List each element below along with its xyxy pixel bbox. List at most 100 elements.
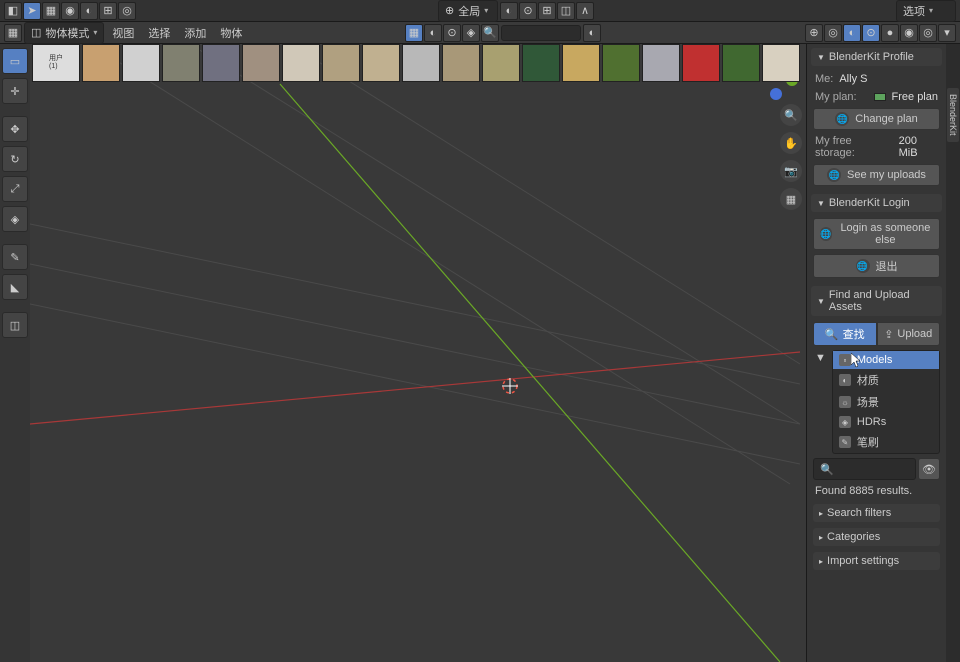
- overlays-icon[interactable]: ◎: [824, 24, 842, 42]
- asset-thumb[interactable]: [282, 44, 320, 82]
- tool-add-cube[interactable]: ◫: [2, 312, 28, 338]
- material-icon: ◐: [839, 374, 851, 386]
- overlay-a-icon[interactable]: ◐: [424, 24, 442, 42]
- pan-icon[interactable]: ✋: [780, 132, 802, 154]
- type-hdrs[interactable]: ◈ HDRs: [833, 413, 939, 431]
- import-settings-header[interactable]: ▸Import settings: [813, 552, 940, 570]
- asset-thumb[interactable]: [322, 44, 360, 82]
- viewport-3d[interactable]: 用户(1) 🔍: [30, 44, 806, 662]
- panel-find-header[interactable]: ▼Find and Upload Assets: [811, 286, 942, 316]
- viewport-canvas: [30, 44, 806, 662]
- brush-icon: ✎: [839, 436, 851, 448]
- asset-thumb[interactable]: [722, 44, 760, 82]
- shading-options-icon[interactable]: ▾: [938, 24, 956, 42]
- gizmo-toggle-icon[interactable]: ⊕: [805, 24, 823, 42]
- search-filters-header[interactable]: ▸Search filters: [813, 504, 940, 522]
- asset-thumb[interactable]: [522, 44, 560, 82]
- see-uploads-button[interactable]: 🌐 See my uploads: [813, 164, 940, 186]
- hdr-icon: ◈: [839, 416, 851, 428]
- asset-thumb[interactable]: [402, 44, 440, 82]
- overlay-c-icon[interactable]: ◈: [462, 24, 480, 42]
- tool-scale[interactable]: ⤢: [2, 176, 28, 202]
- search-visibility-button[interactable]: 👁: [918, 458, 940, 480]
- shading-solid-icon[interactable]: ●: [881, 24, 899, 42]
- asset-user-tile[interactable]: 用户(1): [32, 44, 80, 82]
- tool-annotate[interactable]: ✎: [2, 244, 28, 270]
- perspective-icon[interactable]: ▦: [780, 188, 802, 210]
- asset-thumb[interactable]: [442, 44, 480, 82]
- categories-header[interactable]: ▸Categories: [813, 528, 940, 546]
- asset-thumb[interactable]: [162, 44, 200, 82]
- zoom-icon[interactable]: 🔍: [780, 104, 802, 126]
- options-b-icon[interactable]: ∧: [576, 2, 594, 20]
- shading-material-icon[interactable]: ◉: [900, 24, 918, 42]
- pivot-icon[interactable]: ◐: [500, 2, 518, 20]
- options-dropdown[interactable]: 选项▾: [896, 0, 956, 22]
- asset-thumb[interactable]: [482, 44, 520, 82]
- gizmo-z-icon[interactable]: [770, 88, 782, 100]
- select-lasso-icon[interactable]: ◐: [80, 2, 98, 20]
- menu-add[interactable]: 添加: [178, 23, 212, 43]
- type-materials[interactable]: ◐ 材质: [833, 369, 939, 391]
- select-circle-icon[interactable]: ◉: [61, 2, 79, 20]
- asset-thumb[interactable]: [762, 44, 800, 82]
- change-plan-button[interactable]: 🌐 Change plan: [813, 108, 940, 130]
- snap-toggle-icon[interactable]: ⊙: [519, 2, 537, 20]
- overlay-toggle-icon[interactable]: ◐: [583, 24, 601, 42]
- asset-thumb[interactable]: [362, 44, 400, 82]
- tool-measure[interactable]: ◣: [2, 274, 28, 300]
- menu-select[interactable]: 选择: [142, 23, 176, 43]
- mode-select[interactable]: ◫物体模式▾: [24, 22, 104, 44]
- proportional-icon[interactable]: ◎: [118, 2, 136, 20]
- globe-icon: 🌐: [856, 259, 870, 273]
- type-scenes[interactable]: ☼ 场景: [833, 391, 939, 413]
- orientation-select[interactable]: ⊕全局▾: [438, 0, 498, 22]
- asset-thumb[interactable]: [82, 44, 120, 82]
- tool-cursor[interactable]: ✛: [2, 78, 28, 104]
- menu-object[interactable]: 物体: [214, 23, 248, 43]
- snap-icon[interactable]: ⊞: [99, 2, 117, 20]
- overlay-b-icon[interactable]: ⊙: [443, 24, 461, 42]
- type-brushes[interactable]: ✎ 笔刷: [833, 431, 939, 453]
- asset-search-input[interactable]: 🔍: [813, 458, 916, 480]
- asset-thumb[interactable]: [682, 44, 720, 82]
- logo-icon[interactable]: ◧: [4, 2, 22, 20]
- profile-storage: My free storage: 200 MiB: [813, 134, 940, 160]
- type-models[interactable]: ▫ Models: [833, 351, 939, 369]
- asset-thumb[interactable]: [562, 44, 600, 82]
- asset-thumb[interactable]: [202, 44, 240, 82]
- camera-icon[interactable]: 📷: [780, 160, 802, 182]
- panel-login-header[interactable]: ▼BlenderKit Login: [811, 194, 942, 212]
- panel-profile-header[interactable]: ▼BlenderKit Profile: [811, 48, 942, 66]
- tab-search[interactable]: 🔍 查找: [813, 322, 877, 346]
- scene-icon: ☼: [839, 396, 851, 408]
- select-box-icon[interactable]: ▦: [42, 2, 60, 20]
- asset-thumb[interactable]: [122, 44, 160, 82]
- asset-thumb[interactable]: [242, 44, 280, 82]
- tool-transform[interactable]: ◈: [2, 206, 28, 232]
- shading-wire-icon[interactable]: ⊙: [862, 24, 880, 42]
- tool-rotate[interactable]: ↻: [2, 146, 28, 172]
- select-tweak-icon[interactable]: ➤: [23, 2, 41, 20]
- editor-type-icon[interactable]: ▦: [4, 24, 22, 42]
- profile-plan: My plan: Free plan: [813, 90, 940, 104]
- vtab-blenderkit[interactable]: BlenderKit: [947, 88, 959, 142]
- logout-button[interactable]: 🌐 退出: [813, 254, 940, 278]
- shading-rendered-icon[interactable]: ◎: [919, 24, 937, 42]
- header-search-input[interactable]: [501, 25, 581, 41]
- asset-thumb[interactable]: [642, 44, 680, 82]
- far-right-tabs: BlenderKit: [946, 44, 960, 662]
- overlay-visibility-icon[interactable]: ▦: [405, 24, 423, 42]
- options-a-icon[interactable]: ◫: [557, 2, 575, 20]
- menu-view[interactable]: 视图: [106, 23, 140, 43]
- overlay-search-icon[interactable]: 🔍: [481, 24, 499, 42]
- tab-upload[interactable]: ⇪ Upload: [877, 322, 941, 346]
- xray-icon[interactable]: ◐: [843, 24, 861, 42]
- proportional-toggle-icon[interactable]: ⊞: [538, 2, 556, 20]
- list-collapse-icon[interactable]: ▼: [813, 350, 828, 454]
- tool-move[interactable]: ✥: [2, 116, 28, 142]
- tool-select-box[interactable]: ▭: [2, 48, 28, 74]
- login-as-button[interactable]: 🌐 Login as someone else: [813, 218, 940, 250]
- asset-thumb[interactable]: [602, 44, 640, 82]
- models-icon: ▫: [839, 354, 851, 366]
